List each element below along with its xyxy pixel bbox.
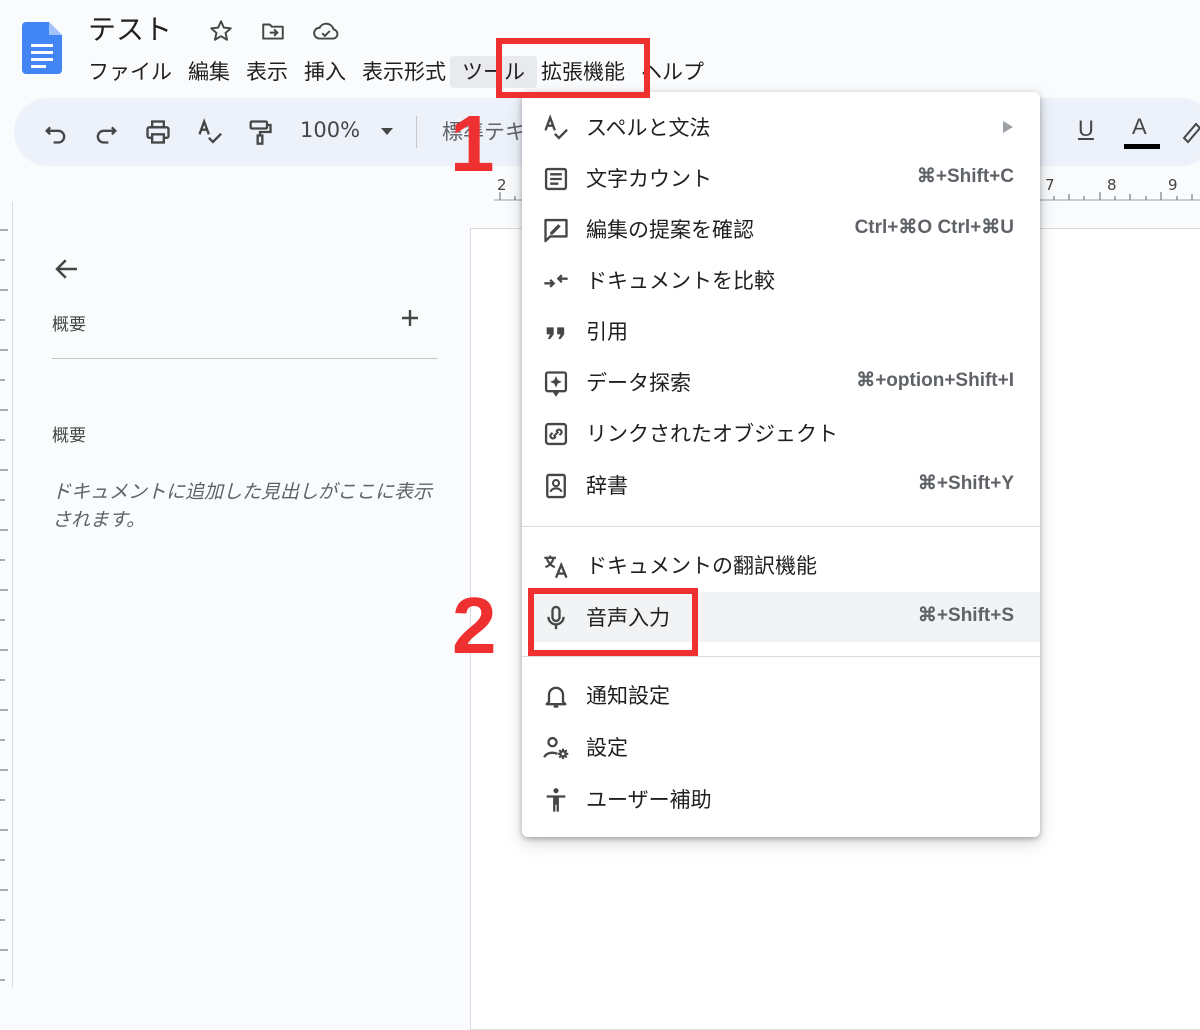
menu-item-explore[interactable]: データ探索 ⌘+option+Shift+I [522,357,1040,407]
menu-item-label: 辞書 [586,474,628,498]
menu-item-label: 文字カウント [586,167,712,191]
menu-item-label: 設定 [586,736,628,760]
menu-item-dictionary[interactable]: 辞書 ⌘+Shift+Y [522,460,1040,510]
menu-item-label: ドキュメントを比較 [586,269,775,293]
toolbar-divider [416,116,417,148]
zoom-select[interactable]: 100% [300,118,360,142]
dictionary-icon [542,472,570,500]
accessibility-icon [542,786,570,814]
undo-icon[interactable] [42,118,70,146]
menu-item-shortcut: ⌘+Shift+S [917,605,1014,626]
menu-item-accessibility[interactable]: ユーザー補助 [522,774,1040,824]
outline-section-label: 概要 [52,426,86,446]
word-count-icon [542,165,570,193]
menu-item-shortcut: ⌘+option+Shift+I [856,370,1014,391]
vertical-ruler [0,200,12,987]
menu-item-label: 編集の提案を確認 [586,218,754,242]
outline-empty-message: ドキュメントに追加した見出しがここに表示されます。 [52,481,433,531]
translate-icon [542,552,570,580]
linked-objects-icon [542,420,570,448]
docs-logo-icon[interactable] [22,22,62,74]
ruler-number: 2 [497,176,507,194]
menu-file[interactable]: ファイル [88,56,186,88]
user-settings-icon [542,734,570,762]
compare-icon [542,267,570,295]
menu-item-word-count[interactable]: 文字カウント ⌘+Shift+C [522,153,1040,203]
add-summary-button[interactable] [398,306,422,330]
annotation-number-1: 1 [450,99,495,188]
menu-item-shortcut: ⌘+Shift+Y [917,473,1014,494]
document-title[interactable]: テスト [88,8,172,48]
menu-divider [522,526,1040,527]
menu-insert[interactable]: 挿入 [304,56,360,88]
print-icon[interactable] [144,118,172,146]
back-arrow-icon[interactable] [52,254,82,284]
explore-icon [542,369,570,397]
highlight-pen-icon[interactable] [1180,118,1200,146]
menu-item-label: 通知設定 [586,684,670,708]
menu-item-shortcut: Ctrl+⌘O Ctrl+⌘U [854,217,1014,238]
text-color-icon[interactable]: A [1132,114,1147,140]
menu-view[interactable]: 表示 [246,56,302,88]
ruler-number: 8 [1107,176,1117,194]
star-icon[interactable] [208,18,234,44]
menu-item-label: ユーザー補助 [586,788,712,812]
annotation-box-step1 [496,38,650,98]
menu-item-compare-documents[interactable]: ドキュメントを比較 [522,255,1040,305]
menu-item-linked-objects[interactable]: リンクされたオブジェクト [522,408,1040,458]
menu-item-review-edits[interactable]: 編集の提案を確認 Ctrl+⌘O Ctrl+⌘U [522,204,1040,254]
menu-item-translate-document[interactable]: ドキュメントの翻訳機能 [522,540,1040,590]
menu-divider [522,656,1040,657]
menu-item-label: ドキュメントの翻訳機能 [586,554,817,578]
tools-menu: スペルと文法 文字カウント ⌘+Shift+C 編集の提案を確認 Ctrl+⌘O… [522,92,1040,837]
menu-item-preferences[interactable]: 設定 [522,722,1040,772]
chevron-down-icon[interactable] [380,126,394,136]
menu-item-label: リンクされたオブジェクト [586,422,838,446]
annotation-number-2: 2 [452,581,497,670]
menu-item-label: スペルと文法 [586,116,711,140]
redo-icon[interactable] [92,118,120,146]
submenu-arrow-icon [1002,120,1014,134]
menu-item-citations[interactable]: 引用 [522,306,1040,356]
menu-item-notification-settings[interactable]: 通知設定 [522,670,1040,720]
paint-format-icon[interactable] [246,118,274,146]
divider [52,358,438,359]
ruler-number: 9 [1168,176,1178,194]
review-edits-icon [542,216,570,244]
text-color-swatch [1124,144,1160,149]
menu-format[interactable]: 表示形式 [362,56,460,88]
outline-heading: 概要 [52,315,86,335]
move-to-folder-icon[interactable] [260,18,286,44]
menu-item-spelling-grammar[interactable]: スペルと文法 [522,102,1040,152]
ruler-number: 7 [1045,176,1055,194]
menu-item-shortcut: ⌘+Shift+C [916,166,1014,187]
menu-item-label: データ探索 [586,371,691,395]
annotation-box-step2 [528,588,698,656]
menu-edit[interactable]: 編集 [188,56,244,88]
spellcheck-toolbar-icon[interactable] [196,118,224,146]
underline-icon[interactable]: U [1078,116,1094,142]
quote-icon [542,318,570,346]
cloud-saved-icon[interactable] [312,18,339,44]
menu-help[interactable]: ヘルプ [641,56,718,88]
bell-icon [542,682,570,710]
menu-item-label: 引用 [586,320,628,344]
spellcheck-icon [542,114,570,142]
